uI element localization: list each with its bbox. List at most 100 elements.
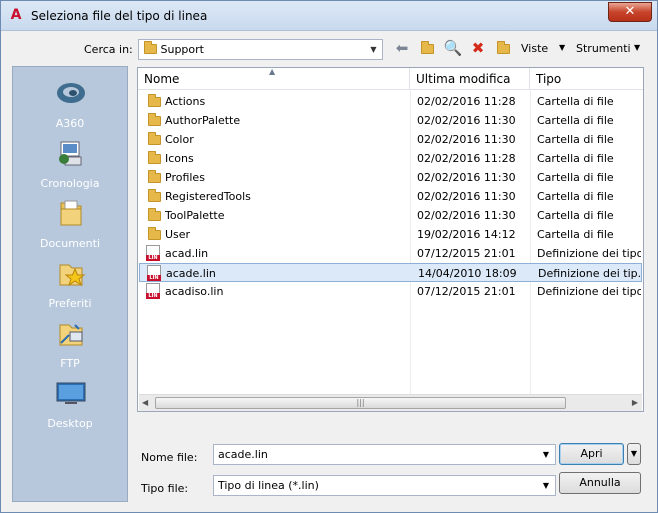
file-type-cell: Cartella di file: [537, 190, 614, 203]
delete-icon[interactable]: ✖: [468, 39, 488, 57]
folder-icon: [148, 170, 161, 183]
table-row[interactable]: AuthorPalette 02/02/2016 11:30 Cartella di…: [139, 111, 642, 130]
column-modified-label: Ultima modifica: [416, 72, 511, 86]
folder-icon: [148, 208, 161, 221]
scroll-thumb[interactable]: |||: [155, 397, 566, 409]
table-row[interactable]: Actions 02/02/2016 11:28 Cartella di file: [139, 92, 642, 111]
folder-icon: [148, 227, 161, 240]
folder-icon: [148, 132, 161, 145]
file-modified-cell: 14/04/2010 18:09: [418, 267, 517, 280]
scroll-right-icon[interactable]: ▶: [632, 398, 638, 407]
tools-label: Strumenti: [576, 42, 631, 55]
views-menu[interactable]: Viste: [521, 42, 548, 55]
lookin-label: Cerca in:: [84, 43, 133, 56]
table-row[interactable]: acad.lin 07/12/2015 21:01 Definizione dei …: [139, 244, 642, 263]
desktop-icon: [56, 382, 86, 404]
place-favorites[interactable]: Preferiti: [13, 253, 127, 313]
file-modified-cell: 02/02/2016 11:30: [417, 171, 516, 184]
title-bar: A Seleziona file del tipo di linea ✕: [1, 1, 657, 31]
file-name-cell: RegisteredTools: [165, 190, 251, 203]
views-label: Viste: [521, 42, 549, 55]
open-button[interactable]: Apri: [559, 443, 624, 465]
file-type-cell: Definizione dei tipo...: [537, 247, 641, 260]
column-type-label: Tipo: [536, 72, 562, 86]
up-folder-icon[interactable]: [417, 39, 437, 57]
close-button[interactable]: ✕: [608, 2, 652, 22]
place-a360[interactable]: A360: [13, 73, 127, 133]
table-row[interactable]: acade.lin 14/04/2010 18:09 Definizione dei…: [139, 263, 642, 282]
table-row[interactable]: Color 02/02/2016 11:30 Cartella di file: [139, 130, 642, 149]
lookin-value: Support: [160, 43, 204, 56]
column-header-type[interactable]: Tipo: [530, 68, 643, 90]
file-type-cell: Cartella di file: [537, 133, 614, 146]
place-label: FTP: [60, 357, 80, 370]
file-name-cell: AuthorPalette: [165, 114, 241, 127]
file-name-cell: User: [165, 228, 191, 241]
filetype-combo[interactable]: Tipo di linea (*.lin) ▼: [213, 475, 556, 496]
file-modified-cell: 02/02/2016 11:30: [417, 209, 516, 222]
file-modified-cell: 02/02/2016 11:30: [417, 133, 516, 146]
filetype-label-text: Tipo file:: [141, 482, 189, 495]
filetype-value: Tipo di linea (*.lin): [218, 479, 319, 492]
new-folder-icon[interactable]: [493, 39, 513, 57]
chevron-down-icon[interactable]: ▼: [539, 445, 553, 464]
place-label: Preferiti: [48, 297, 92, 310]
filename-input[interactable]: acade.lin ▼: [213, 444, 556, 465]
place-desktop[interactable]: Desktop: [13, 373, 127, 433]
open-label: Apri: [580, 447, 603, 460]
table-row[interactable]: User 19/02/2016 14:12 Cartella di file: [139, 225, 642, 244]
file-modified-cell: 19/02/2016 14:12: [417, 228, 516, 241]
lin-file-icon: [147, 265, 161, 281]
table-row[interactable]: RegisteredTools 02/02/2016 11:30 Cartella …: [139, 187, 642, 206]
scroll-left-icon[interactable]: ◀: [142, 398, 148, 407]
horizontal-scrollbar[interactable]: ◀ ||| ▶: [139, 394, 642, 411]
file-type-cell: Cartella di file: [537, 152, 614, 165]
file-type-cell: Cartella di file: [537, 171, 614, 184]
table-row[interactable]: Profiles 02/02/2016 11:30 Cartella di file: [139, 168, 642, 187]
file-dialog: A Seleziona file del tipo di linea ✕ Cer…: [0, 0, 658, 513]
documents-icon: [60, 200, 82, 226]
filetype-label: Tipo file:: [141, 482, 188, 495]
table-row[interactable]: acadiso.lin 07/12/2015 21:01 Definizione d…: [139, 282, 642, 301]
filename-label-text: Nome file:: [141, 451, 198, 464]
file-type-cell: Definizione dei tipo...: [537, 285, 641, 298]
place-history[interactable]: Cronologia: [13, 133, 127, 193]
autocad-icon: A: [10, 7, 22, 23]
folder-icon: [148, 113, 161, 126]
search-web-icon[interactable]: 🔍: [443, 39, 463, 57]
a360-icon: [57, 83, 85, 103]
file-type-cell: Cartella di file: [537, 114, 614, 127]
places-bar: A360 Cronologia Documenti Preferiti FTP …: [12, 66, 128, 502]
tools-caret-icon[interactable]: ▼: [634, 43, 640, 52]
column-name-label: Nome: [144, 72, 180, 86]
cancel-button[interactable]: Annulla: [559, 472, 641, 494]
lookin-combo[interactable]: Support ▼: [138, 39, 383, 60]
views-caret-icon[interactable]: ▼: [559, 43, 565, 52]
lookin-label-text: Cerca in:: [84, 43, 133, 56]
table-row[interactable]: ToolPalette 02/02/2016 11:30 Cartella di f…: [139, 206, 642, 225]
cancel-label: Annulla: [579, 476, 621, 489]
file-type-cell: Cartella di file: [537, 228, 614, 241]
folder-icon: [148, 189, 161, 202]
place-ftp[interactable]: FTP: [13, 313, 127, 373]
file-list[interactable]: Nome ▲ Ultima modifica Tipo Actions 02/02…: [137, 67, 644, 412]
table-row[interactable]: Icons 02/02/2016 11:28 Cartella di file: [139, 149, 642, 168]
file-modified-cell: 02/02/2016 11:30: [417, 190, 516, 203]
file-modified-cell: 02/02/2016 11:30: [417, 114, 516, 127]
place-documents[interactable]: Documenti: [13, 193, 127, 253]
lin-file-icon: [146, 245, 160, 261]
column-header-modified[interactable]: Ultima modifica: [410, 68, 530, 90]
tools-menu[interactable]: Strumenti: [576, 42, 631, 55]
chevron-down-icon[interactable]: ▼: [365, 40, 382, 59]
open-options-button[interactable]: ▼: [627, 443, 641, 465]
file-modified-cell: 07/12/2015 21:01: [417, 247, 516, 260]
place-label: Cronologia: [40, 177, 100, 190]
column-header-name[interactable]: Nome ▲: [138, 67, 410, 90]
folder-icon: [148, 151, 161, 164]
folder-icon: [148, 94, 161, 107]
file-type-cell: Cartella di file: [537, 95, 614, 108]
back-arrow-icon[interactable]: ⬅: [392, 39, 412, 57]
chevron-down-icon[interactable]: ▼: [539, 476, 553, 495]
filename-value: acade.lin: [218, 448, 268, 461]
file-name-cell: Color: [165, 133, 194, 146]
